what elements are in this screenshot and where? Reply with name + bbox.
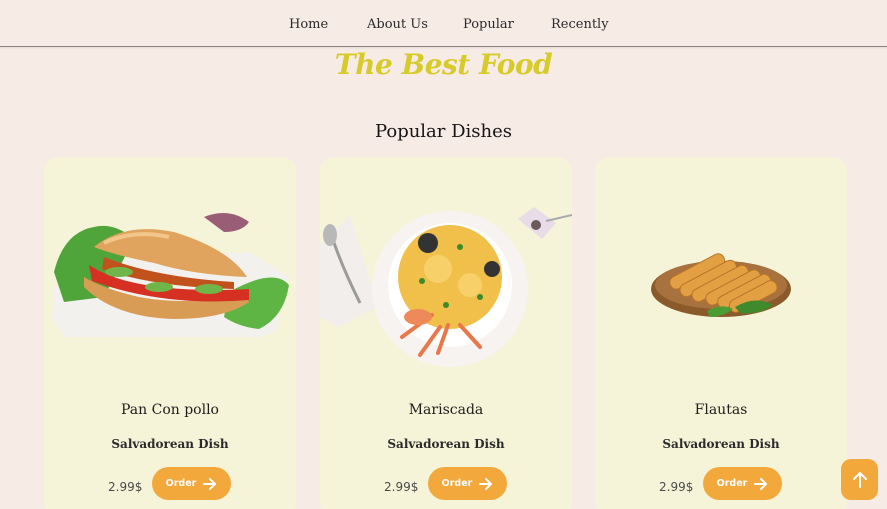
dish-subtitle: Salvadorean Dish (111, 437, 229, 451)
order-label: Order (441, 478, 473, 489)
dish-subtitle: Salvadorean Dish (662, 437, 780, 451)
top-navbar: Home About Us Popular Recently (0, 0, 887, 47)
nav-popular[interactable]: Popular (463, 17, 514, 32)
brand-logo[interactable]: The Best Food (0, 48, 887, 81)
order-label: Order (716, 478, 748, 489)
dish-card: Pan Con pollo Salvadorean Dish 2.99$ Ord… (44, 157, 296, 509)
scroll-top-button[interactable] (841, 459, 878, 500)
dish-price: 2.99$ (108, 480, 143, 494)
order-button[interactable]: Order (703, 467, 782, 500)
dish-card: Flautas Salvadorean Dish 2.99$ Order (595, 157, 847, 509)
nav-home[interactable]: Home (289, 17, 328, 32)
dish-name: Mariscada (408, 402, 484, 418)
seafood-soup-image (320, 177, 573, 377)
dish-subtitle: Salvadorean Dish (387, 437, 505, 451)
dish-price: 2.99$ (659, 480, 694, 494)
order-button[interactable]: Order (152, 467, 231, 500)
dish-name: Pan Con pollo (121, 402, 219, 418)
nav-about-us[interactable]: About Us (367, 17, 428, 32)
main-nav: Home About Us Popular Recently (0, 17, 887, 33)
flautas-image (595, 177, 847, 377)
nav-recently[interactable]: Recently (551, 17, 609, 32)
order-button[interactable]: Order (428, 467, 507, 500)
dish-card: Mariscada Salvadorean Dish 2.99$ Order (320, 157, 573, 509)
section-title: Popular Dishes (374, 121, 513, 142)
sandwich-image (44, 177, 296, 377)
arrow-right-icon (203, 477, 217, 490)
order-label: Order (165, 478, 197, 489)
arrow-right-icon (754, 477, 768, 490)
dish-name: Flautas (694, 402, 748, 418)
arrow-up-icon (852, 471, 867, 488)
dish-price: 2.99$ (384, 480, 419, 494)
arrow-right-icon (479, 477, 493, 490)
